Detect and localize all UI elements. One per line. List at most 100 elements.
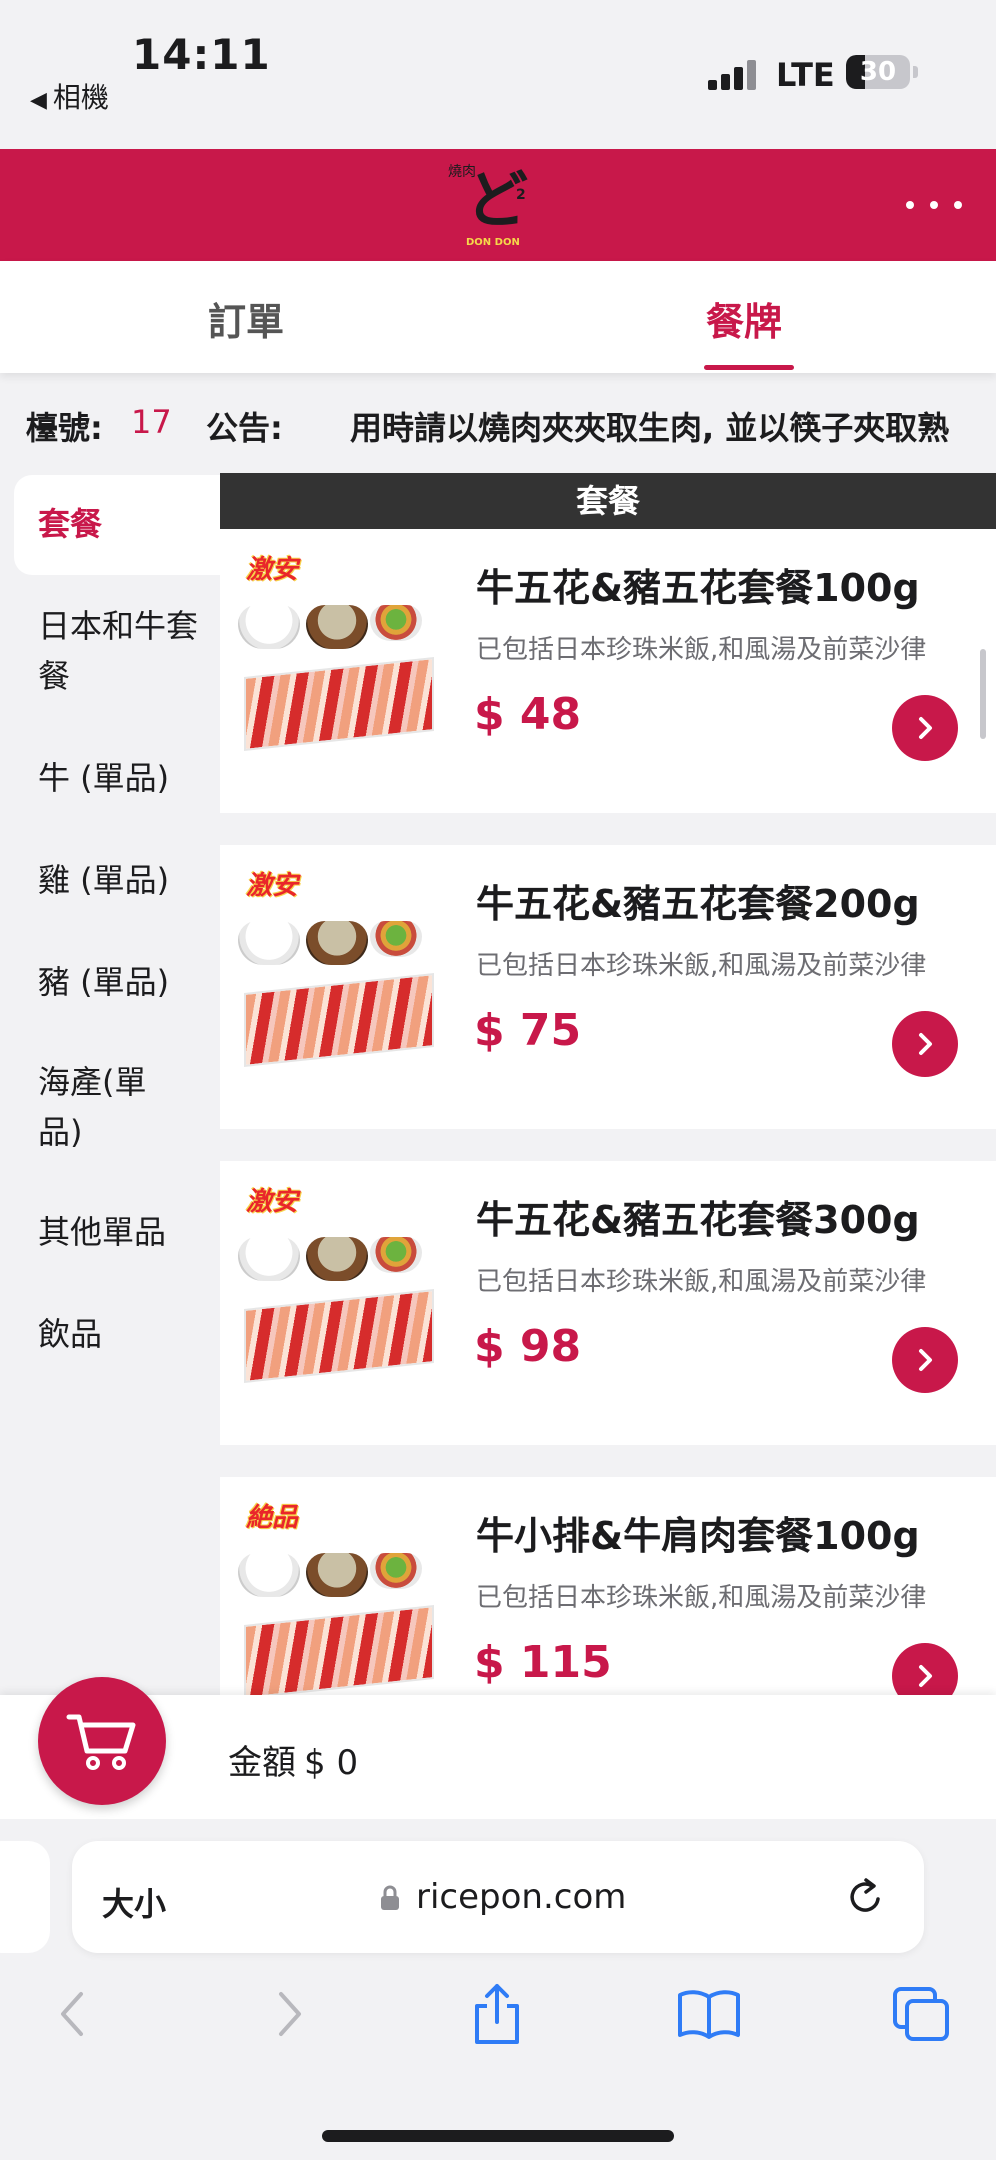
- menu-item-card[interactable]: 激安 牛五花&豬五花套餐100g 已包括日本珍珠米飯,和風湯及前菜沙律 $ 48: [220, 529, 996, 813]
- menu-content[interactable]: 套餐 激安 牛五花&豬五花套餐100g 已包括日本珍珠米飯,和風湯及前菜沙律 $…: [220, 473, 996, 1695]
- logo-superscript: 2: [516, 187, 526, 203]
- category-sidebar: 套餐 日本和牛套餐 牛 (單品) 雞 (單品) 豬 (單品) 海產(單品) 其他…: [0, 473, 220, 1695]
- tabs-icon: [893, 1987, 949, 2041]
- add-item-button[interactable]: [892, 1643, 958, 1695]
- meat-tray-image: [244, 657, 434, 751]
- chevron-right-icon: [919, 1349, 932, 1371]
- network-type: LTE: [776, 56, 835, 94]
- notice-text: 用時請以燒肉夾夾取生肉, 並以筷子夾取熟: [350, 409, 950, 447]
- previous-tab-preview[interactable]: [0, 1841, 50, 1953]
- item-price: $ 115: [474, 1637, 612, 1688]
- set-meal-image: 絶品: [238, 1497, 448, 1695]
- battery-tip: [913, 66, 918, 78]
- tabs-button[interactable]: [886, 1979, 956, 2049]
- category-seafood[interactable]: 海產(單品): [38, 1057, 168, 1157]
- item-price: $ 98: [474, 1321, 582, 1372]
- cart-amount-value: $ 0: [304, 1743, 359, 1783]
- item-badge: 激安: [246, 555, 299, 585]
- shopping-cart-icon: [66, 1714, 136, 1770]
- signal-icon: [708, 58, 758, 90]
- more-dot-icon: [930, 201, 938, 209]
- item-name: 牛五花&豬五花套餐300g: [476, 1198, 920, 1242]
- section-header: 套餐: [220, 473, 996, 529]
- set-meal-image: 激安: [238, 865, 448, 1067]
- text-size-button[interactable]: 大小: [102, 1879, 166, 1925]
- item-description: 已包括日本珍珠米飯,和風湯及前菜沙律: [476, 635, 927, 665]
- reload-icon[interactable]: [844, 1875, 888, 1919]
- tab-orders[interactable]: 訂單: [208, 291, 284, 346]
- url-text[interactable]: ricepon.com: [416, 1877, 626, 1917]
- restaurant-logo: 燒肉 ど 2 DON DON: [448, 161, 548, 251]
- meat-tray-image: [244, 1289, 434, 1383]
- rice-bowl-image: [238, 921, 300, 965]
- menu-item-card[interactable]: 激安 牛五花&豬五花套餐200g 已包括日本珍珠米飯,和風湯及前菜沙律 $ 75: [220, 845, 996, 1129]
- item-description: 已包括日本珍珠米飯,和風湯及前菜沙律: [476, 951, 927, 981]
- address-bar[interactable]: 大小 ricepon.com: [72, 1841, 924, 1953]
- forward-arrow-button[interactable]: [254, 1979, 324, 2049]
- bookmarks-icon: [678, 1990, 740, 2039]
- set-meal-image: 激安: [238, 549, 448, 751]
- battery-icon: 30: [846, 55, 910, 89]
- soup-bowl-image: [306, 1237, 368, 1281]
- table-label: 檯號:: [26, 409, 103, 447]
- cart-bar: 金額 $ 0: [0, 1677, 996, 1819]
- item-name: 牛五花&豬五花套餐200g: [476, 882, 920, 926]
- chevron-right-icon: [919, 1665, 932, 1687]
- lock-icon: [381, 1885, 399, 1910]
- soup-bowl-image: [306, 605, 368, 649]
- item-name: 牛五花&豬五花套餐100g: [476, 566, 920, 610]
- category-chicken[interactable]: 雞 (單品): [38, 855, 198, 905]
- tab-menu[interactable]: 餐牌: [706, 291, 782, 346]
- category-beef[interactable]: 牛 (單品): [38, 753, 198, 803]
- add-item-button[interactable]: [892, 695, 958, 761]
- tab-bar: 訂單 餐牌: [0, 261, 996, 373]
- info-row: 檯號: 17 公告: 用時請以燒肉夾夾取生肉, 並以筷子夾取熟: [0, 385, 996, 459]
- add-item-button[interactable]: [892, 1011, 958, 1077]
- chevron-right-icon: [919, 717, 932, 739]
- home-indicator: [322, 2130, 674, 2142]
- back-app-label: 相機: [52, 81, 109, 114]
- rice-bowl-image: [238, 1237, 300, 1281]
- salad-bowl-image: [370, 921, 422, 957]
- more-dot-icon: [906, 201, 914, 209]
- menu-item-card[interactable]: 激安 牛五花&豬五花套餐300g 已包括日本珍珠米飯,和風湯及前菜沙律 $ 98: [220, 1161, 996, 1445]
- salad-bowl-image: [370, 605, 422, 641]
- notice-marquee: 用時請以燒肉夾夾取生肉, 並以筷子夾取熟: [350, 395, 960, 451]
- back-arrow-button[interactable]: [38, 1979, 108, 2049]
- category-drinks[interactable]: 飲品: [38, 1309, 198, 1359]
- add-item-button[interactable]: [892, 1327, 958, 1393]
- cart-total: 金額 $ 0: [228, 1735, 366, 1784]
- back-triangle-icon: ◀: [30, 88, 47, 113]
- item-price: $ 48: [474, 689, 582, 740]
- item-price: $ 75: [474, 1005, 582, 1056]
- status-time: 14:11: [132, 30, 271, 79]
- cart-button[interactable]: [38, 1677, 166, 1805]
- cart-amount-label: 金額: [228, 1743, 296, 1783]
- back-to-app-link[interactable]: ◀ 相機: [30, 76, 109, 116]
- category-pork[interactable]: 豬 (單品): [38, 957, 198, 1007]
- rice-bowl-image: [238, 605, 300, 649]
- item-description: 已包括日本珍珠米飯,和風湯及前菜沙律: [476, 1583, 927, 1613]
- bookmarks-button[interactable]: [674, 1979, 744, 2049]
- category-other[interactable]: 其他單品: [38, 1207, 198, 1257]
- menu-item-card[interactable]: 絶品 牛小排&牛肩肉套餐100g 已包括日本珍珠米飯,和風湯及前菜沙律 $ 11…: [220, 1477, 996, 1695]
- meat-tray-image: [244, 1605, 434, 1695]
- share-icon: [475, 1984, 519, 2044]
- category-set-meal[interactable]: 套餐: [38, 499, 198, 549]
- item-description: 已包括日本珍珠米飯,和風湯及前菜沙律: [476, 1267, 927, 1297]
- item-name: 牛小排&牛肩肉套餐100g: [476, 1514, 920, 1558]
- more-dot-icon: [954, 201, 962, 209]
- chevron-right-icon: [919, 1033, 932, 1055]
- soup-bowl-image: [306, 1553, 368, 1597]
- share-button[interactable]: [462, 1979, 532, 2049]
- scrollbar-thumb[interactable]: [980, 649, 986, 739]
- battery-level: 30: [859, 57, 897, 87]
- status-bar: 14:11 ◀ 相機 LTE 30: [0, 0, 996, 148]
- back-arrow-icon: [61, 1992, 83, 2036]
- category-japanese-wagyu-set[interactable]: 日本和牛套餐: [38, 601, 198, 701]
- rice-bowl-image: [238, 1553, 300, 1597]
- more-options-button[interactable]: [906, 185, 962, 225]
- notice-label: 公告:: [206, 409, 283, 447]
- item-badge: 絶品: [246, 1503, 299, 1533]
- forward-arrow-icon: [279, 1992, 301, 2036]
